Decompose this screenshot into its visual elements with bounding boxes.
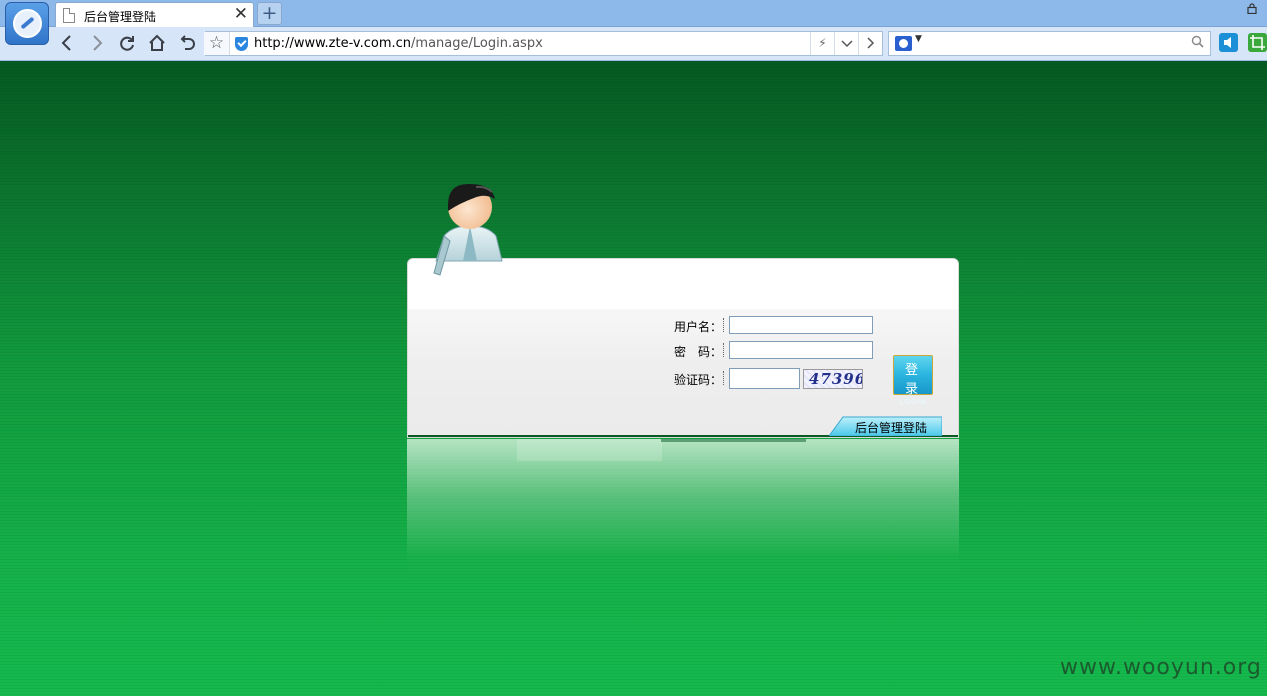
chevron-right-icon[interactable] (858, 32, 882, 55)
captcha-input[interactable] (729, 368, 800, 389)
label-divider (723, 343, 724, 357)
captcha-image[interactable]: 47396 (803, 369, 863, 389)
login-button-label: 登 录 (904, 363, 921, 397)
login-button[interactable]: 登 录 LOGIN (893, 355, 933, 406)
navigation-bar: ☆ http://www.zte-v.com.cn/manage/Login.a… (0, 27, 1267, 61)
watermark-text: www.wooyun.org (1060, 655, 1262, 680)
browser-chrome: 后台管理登陆 ✕ + ☆ http://www.zte-v.com.cn/man… (0, 0, 1267, 61)
url-host: http://www.zte-v.com.cn (254, 36, 412, 51)
password-label: 密 码： (674, 345, 723, 359)
crop-icon[interactable] (1248, 33, 1267, 52)
engine-dropdown-icon[interactable]: ▼ (915, 34, 922, 44)
lock-icon[interactable] (1247, 3, 1257, 17)
undo-icon[interactable] (174, 31, 200, 55)
home-icon[interactable] (144, 31, 170, 55)
forward-icon[interactable] (84, 31, 110, 55)
search-box[interactable]: ▼ (888, 31, 1211, 56)
username-label: 用户名： (674, 320, 723, 334)
chevron-down-icon[interactable] (834, 32, 858, 55)
captcha-code: 47396 (809, 370, 863, 388)
new-tab-button[interactable]: + (257, 2, 282, 25)
browser-tab[interactable]: 后台管理登陆 ✕ (55, 2, 254, 28)
url-text[interactable]: http://www.zte-v.com.cn/manage/Login.asp… (254, 36, 543, 51)
back-icon[interactable] (55, 31, 81, 55)
page-icon (63, 8, 75, 23)
url-path: /manage/Login.aspx (411, 36, 543, 51)
close-tab-icon[interactable]: ✕ (234, 4, 248, 24)
panel-reflection (407, 439, 959, 579)
address-bar[interactable]: ☆ http://www.zte-v.com.cn/manage/Login.a… (204, 31, 883, 56)
speaker-icon[interactable] (1219, 33, 1238, 52)
admin-tab-label: 后台管理登陆 (855, 421, 928, 435)
favorite-star-icon[interactable]: ☆ (204, 32, 230, 55)
security-shield-icon (235, 37, 248, 51)
login-button-sublabel: LOGIN (899, 398, 927, 406)
password-input[interactable] (729, 341, 873, 359)
tab-title: 后台管理登陆 (84, 10, 157, 24)
label-divider (723, 371, 724, 385)
search-engine-icon[interactable] (895, 36, 912, 51)
search-icon[interactable] (1191, 35, 1204, 52)
refresh-icon[interactable] (114, 31, 140, 55)
tab-bar: 后台管理登陆 ✕ + (0, 0, 1267, 28)
username-input[interactable] (729, 316, 873, 334)
browser-logo-icon[interactable] (5, 2, 49, 45)
label-divider (723, 318, 724, 332)
admin-login-tab[interactable]: 后台管理登陆 (829, 416, 942, 436)
lightning-icon[interactable]: ⚡ (810, 32, 834, 55)
user-avatar-icon (433, 183, 503, 276)
captcha-label: 验证码： (674, 373, 723, 387)
